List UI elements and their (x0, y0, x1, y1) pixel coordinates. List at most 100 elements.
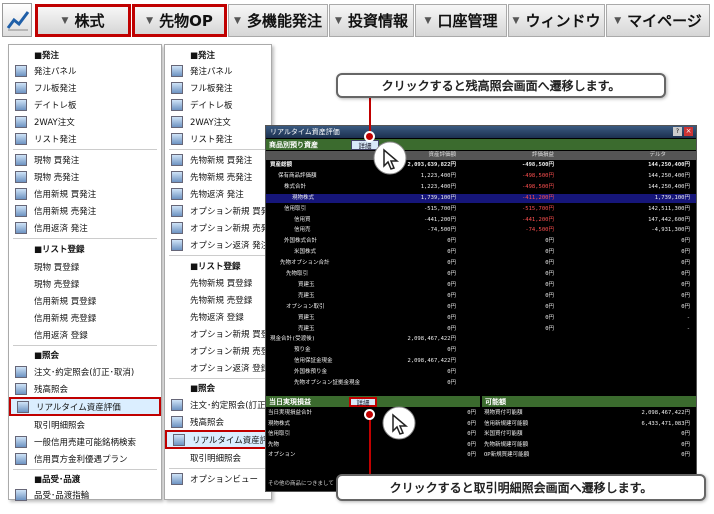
menu-item-order-inquiry[interactable]: 注文･約定照会(訂正･取消) (165, 397, 271, 413)
menu-item-full-board[interactable]: フル板発注 (9, 80, 77, 96)
menu-item-order-inquiry[interactable]: 注文･約定照会(訂正･取消) (9, 364, 134, 380)
menu-stock[interactable]: ▼ 株式 (35, 4, 131, 37)
balance-icon (171, 416, 183, 428)
col-header: 評価損益 (531, 152, 554, 158)
menu-item-list-margin-sell[interactable]: 信用新規 売登録 (9, 310, 96, 326)
row-eval: -515,700円 (424, 205, 456, 212)
menu-item-daytrade-board[interactable]: デイトレ板 (165, 97, 233, 113)
row-eval: 2,093,639,822円 (407, 162, 456, 168)
menu-item-opt-new-buy[interactable]: オプション新規 買発注 (165, 203, 271, 219)
menu-item-list-opt-buy[interactable]: オプション新規 買登録 (165, 326, 272, 342)
item-label: 先物新規 買登録 (190, 279, 253, 289)
menu-window[interactable]: ▼ ウィンドウ (508, 4, 605, 37)
row-pl: 0円 (545, 260, 554, 267)
menu-item-realtime-eval[interactable]: リアルタイム資産評価 (165, 430, 271, 449)
daytrade-board-icon (15, 99, 27, 111)
menu-item-two-way[interactable]: 2WAY注文 (165, 114, 231, 130)
item-label: 現物 売発注 (34, 173, 80, 183)
row-label: 保有商品評価額 (278, 172, 317, 179)
menu-label: 多機能発注 (246, 12, 322, 30)
chart-logo-icon[interactable] (2, 3, 32, 37)
menu-item-order-panel[interactable]: 発注パネル (165, 63, 233, 79)
close-icon[interactable]: × (684, 127, 693, 136)
menu-item-two-way[interactable]: 2WAY注文 (9, 114, 75, 130)
menu-item-list-fut-close[interactable]: 先物返済 登録 (165, 309, 244, 325)
row-eval: 0円 (447, 292, 456, 299)
menu-label: 株式 (74, 12, 105, 30)
menu-item-list-opt-close[interactable]: オプション返済 登録 (165, 360, 269, 376)
table-row: 株式合計 1,223,400円 -498,500円 144,250,400円 (266, 183, 696, 192)
row-label: 信用保証金現金 (294, 358, 333, 365)
menu-item-realtime-eval[interactable]: リアルタイム資産評価 (9, 397, 161, 416)
menu-item-list-margin-close[interactable]: 信用返済 登録 (9, 327, 88, 343)
row-label: 米国株式 (294, 249, 317, 256)
help-icon[interactable]: ? (673, 127, 682, 136)
plan-icon (15, 453, 27, 465)
row-delta: 0円 (681, 292, 690, 299)
menu-item-option-view[interactable]: オプションビュー (165, 471, 258, 487)
menu-item-balance-inquiry[interactable]: 残高照会 (9, 381, 68, 397)
realtime-eval-icon (17, 400, 29, 413)
row-pl: -498,500円 (522, 183, 554, 190)
section-label: ■リスト登録 (190, 262, 241, 272)
table-row: オプション取引 0円 0円 0円 (266, 303, 696, 312)
item-label: 発注パネル (34, 67, 77, 77)
menu-item-list-spot-buy[interactable]: 現物 買登録 (9, 259, 79, 275)
menu-item-margin-new-buy[interactable]: 信用新規 買発注 (9, 186, 96, 202)
menu-futures-op[interactable]: ▼ 先物OP (132, 4, 227, 37)
menu-item-fut-close[interactable]: 先物返済 発注 (165, 186, 244, 202)
item-label: フル板発注 (190, 84, 233, 94)
menu-multi-order[interactable]: ▼ 多機能発注 (228, 4, 328, 37)
menu-item-balance-inquiry[interactable]: 残高照会 (165, 414, 224, 430)
menu-investment-info[interactable]: ▼ 投資情報 (329, 4, 414, 37)
item-label: オプション新規 買登録 (190, 330, 272, 340)
menu-item-spot-buy[interactable]: 現物 買発注 (9, 152, 79, 168)
menu-item-list-fut-sell[interactable]: 先物新規 売登録 (165, 292, 252, 308)
menu-item-list-spot-sell[interactable]: 現物 売登録 (9, 276, 79, 292)
menu-item-margin-search[interactable]: 一般信用売建可能銘柄検索 (9, 434, 136, 450)
section-lending: ■品受･品渡 (9, 471, 80, 487)
menu-item-order-panel[interactable]: 発注パネル (9, 63, 77, 79)
menu-item-spot-sell[interactable]: 現物 売発注 (9, 169, 79, 185)
detail-button-transaction[interactable]: 詳細 (349, 397, 377, 407)
menu-item-margin-close[interactable]: 信用返済 発注 (9, 220, 88, 236)
row-value: 2,098,467,422円 (641, 410, 690, 416)
menu-item-margin-plan[interactable]: 信用買方金利優遇プラン (9, 451, 128, 467)
menu-item-transaction[interactable]: 取引明細照会 (9, 417, 85, 433)
menu-item-lending[interactable]: 品受･品渡指輪 (9, 487, 89, 503)
item-label: 発注パネル (190, 67, 233, 77)
row-label: 買建玉 (298, 281, 315, 288)
row-delta: 0円 (681, 238, 690, 245)
row-delta: 0円 (681, 281, 690, 288)
row-label: 外国株式合計 (284, 238, 318, 245)
menu-item-list-order[interactable]: リスト発注 (9, 131, 77, 147)
menu-item-full-board[interactable]: フル板発注 (165, 80, 233, 96)
menu-item-list-margin-buy[interactable]: 信用新規 買登録 (9, 293, 96, 309)
item-label: 残高照会 (190, 418, 225, 428)
row-pl: 0円 (545, 249, 554, 256)
row-pl: -411,200円 (522, 194, 554, 201)
menu-item-list-opt-sell[interactable]: オプション新規 売登録 (165, 343, 271, 359)
item-label: 先物新規 売発注 (190, 173, 253, 183)
button-label: 詳細 (356, 399, 370, 407)
item-label: 信用新規 買登録 (34, 297, 97, 307)
item-label: 先物新規 売登録 (190, 296, 253, 306)
item-label: オプションビュー (190, 475, 259, 485)
menu-item-fut-new-buy[interactable]: 先物新規 買発注 (165, 152, 252, 168)
menu-item-list-order[interactable]: リスト発注 (165, 131, 233, 147)
menu-item-daytrade-board[interactable]: デイトレ板 (9, 97, 77, 113)
section-label: ■発注 (34, 51, 60, 61)
row-pl: 0円 (545, 314, 554, 321)
menu-item-opt-close[interactable]: オプション返済 発注 (165, 237, 269, 253)
menu-item-transaction[interactable]: 取引明細照会 (165, 450, 241, 466)
menu-account[interactable]: ▼ 口座管理 (415, 4, 507, 37)
menu-item-fut-new-sell[interactable]: 先物新規 売発注 (165, 169, 252, 185)
table-row: 信用買 -441,200円 -441,200円 147,442,600円 (266, 216, 696, 225)
menu-label: ウィンドウ (525, 12, 601, 30)
divider (13, 345, 157, 346)
row-eval: 0円 (447, 314, 456, 321)
menu-item-list-fut-buy[interactable]: 先物新規 買登録 (165, 275, 252, 291)
menu-item-opt-new-sell[interactable]: オプション新規 売発注 (165, 220, 271, 236)
menu-mypage[interactable]: ▼ マイページ (606, 4, 710, 37)
menu-item-margin-new-sell[interactable]: 信用新規 売発注 (9, 203, 96, 219)
